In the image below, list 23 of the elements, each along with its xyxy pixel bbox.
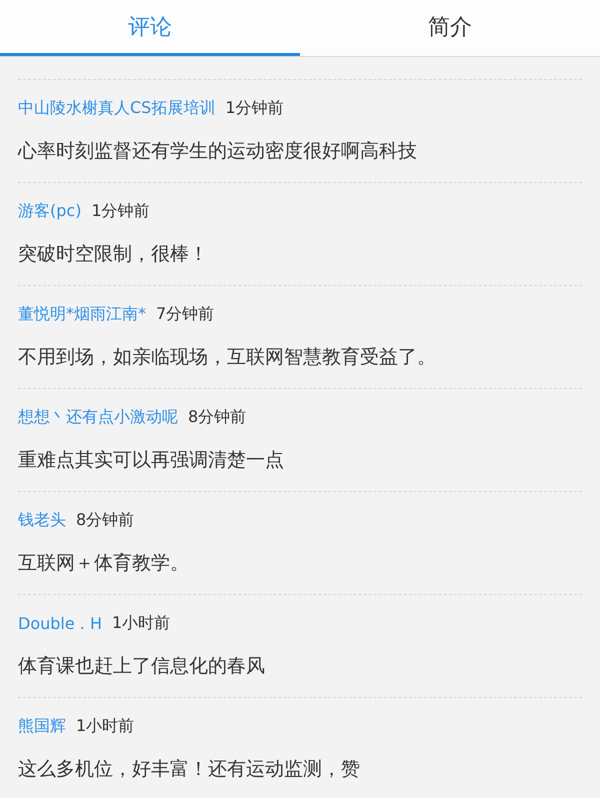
comment-text: 这么多机位，好丰富！还有运动监测，赞: [18, 757, 361, 782]
comment-text: 心率时刻监督还有学生的运动密度很好啊高科技: [18, 139, 418, 164]
comment-text: 体育课也赶上了信息化的春风: [18, 654, 266, 679]
comment-text: 不用到场，如亲临现场，互联网智慧教育受益了。: [18, 345, 437, 370]
comment-author[interactable]: Double . H: [18, 614, 102, 632]
comment-text: 突破时空限制，很棒！: [18, 242, 209, 267]
comment-author[interactable]: 董悦明*烟雨江南*: [18, 304, 146, 324]
tab[interactable]: 简介: [300, 0, 600, 56]
comment-author[interactable]: 中山陵水榭真人CS拓展培训: [18, 98, 216, 118]
comment-author[interactable]: 熊国辉: [18, 716, 66, 736]
comment-time: 1分钟前: [225, 98, 284, 118]
comment-author[interactable]: 钱老头: [18, 510, 66, 530]
comment-text: 重难点其实可以再强调清楚一点: [18, 448, 285, 473]
comment-author[interactable]: 想想丶还有点小激动呢: [18, 406, 178, 428]
comment-time: 1小时前: [76, 716, 134, 736]
comment-author[interactable]: 游客(pc): [18, 200, 82, 222]
comment-time: 8分钟前: [188, 406, 246, 428]
comment-time: 8分钟前: [76, 510, 134, 530]
tab[interactable]: 评论: [0, 0, 300, 56]
comment-time: 1小时前: [112, 612, 170, 634]
comment-time: 1分钟前: [91, 200, 150, 222]
comment-text: 互联网＋体育教学。: [18, 551, 190, 576]
comment-time: 7分钟前: [156, 304, 214, 324]
